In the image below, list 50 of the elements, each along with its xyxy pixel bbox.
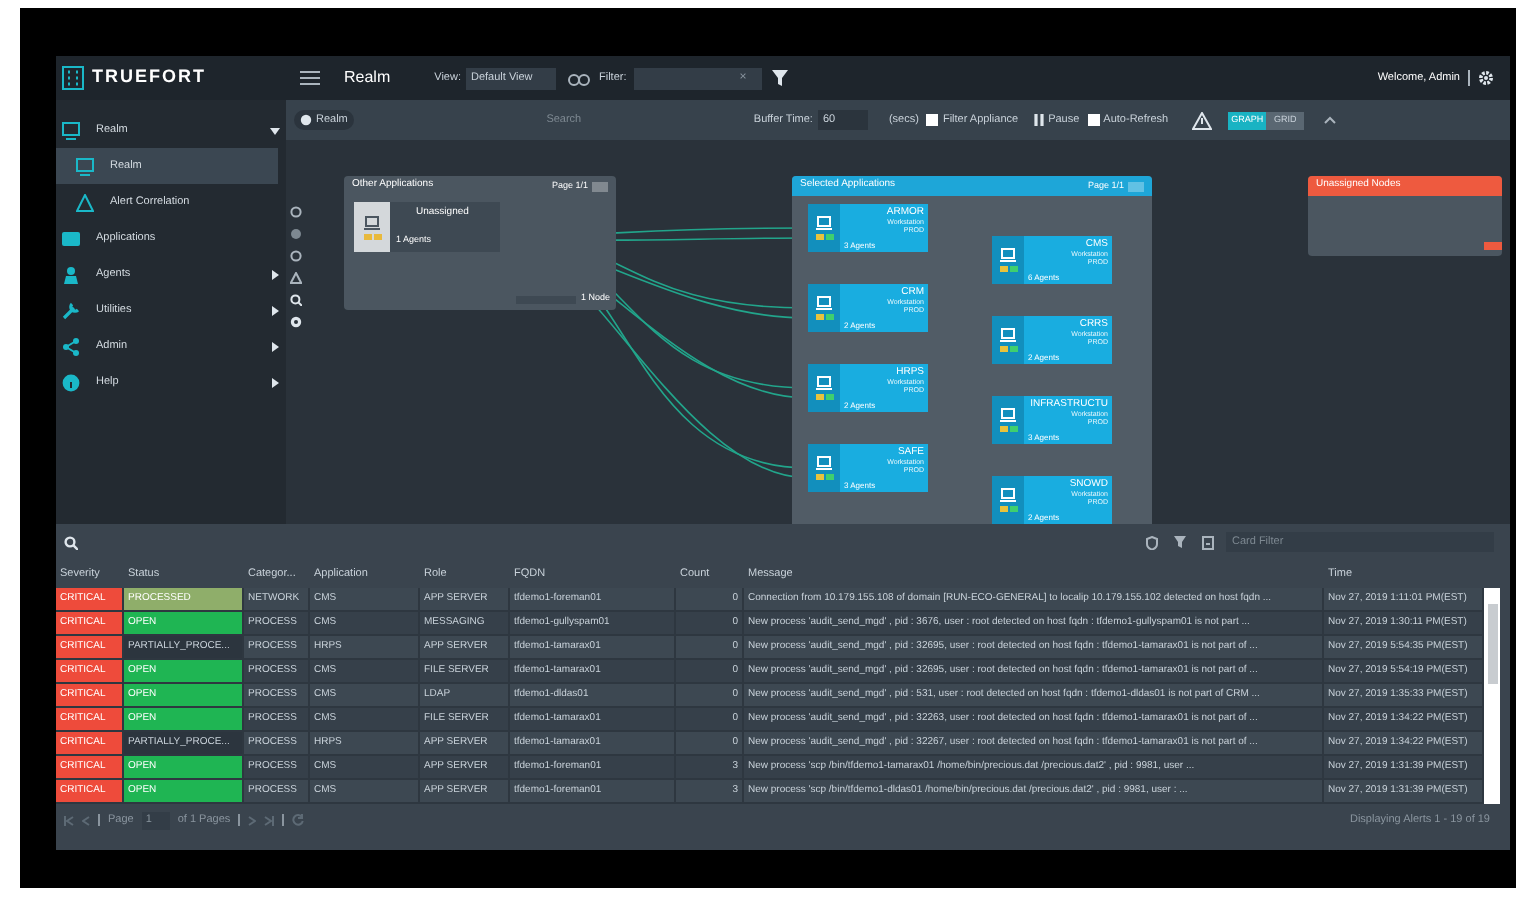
status-dots-icon — [999, 506, 1017, 512]
laptop-icon — [816, 456, 832, 470]
laptop-icon — [1000, 328, 1016, 342]
caret-icon[interactable] — [270, 125, 280, 135]
laptop-icon — [816, 216, 832, 230]
status-dots-icon — [999, 266, 1017, 272]
caret-icon[interactable] — [270, 377, 280, 387]
circle-icon[interactable] — [290, 250, 302, 262]
status-dots-icon — [999, 346, 1017, 352]
app-logo: TRUEFORT — [92, 64, 206, 91]
menu-icon[interactable] — [300, 70, 320, 86]
status-dots-icon — [815, 314, 833, 320]
status-dots-icon — [363, 233, 381, 239]
circle-icon[interactable] — [290, 228, 302, 240]
laptop-icon — [1000, 248, 1016, 262]
laptop-icon — [816, 296, 832, 310]
card-icon — [62, 229, 80, 247]
gear-icon[interactable] — [1478, 70, 1494, 86]
page-title: Realm — [344, 66, 391, 90]
building-icon — [62, 66, 84, 90]
share-icon — [62, 337, 80, 355]
search-icon[interactable] — [64, 535, 78, 549]
info-icon — [62, 373, 80, 391]
warning-icon — [76, 193, 94, 211]
laptop-icon — [364, 215, 380, 229]
shield-icon[interactable] — [1146, 535, 1158, 549]
export-icon[interactable] — [1202, 535, 1214, 549]
person-icon — [62, 265, 80, 283]
pause-icon — [1034, 114, 1045, 126]
monitor-icon — [62, 121, 80, 139]
status-dots-icon — [815, 394, 833, 400]
scrollbar[interactable] — [1484, 588, 1500, 804]
status-dots-icon — [999, 426, 1017, 432]
caret-icon[interactable] — [270, 341, 280, 351]
funnel-icon[interactable] — [772, 70, 789, 86]
binoculars-icon[interactable] — [568, 71, 591, 85]
search-icon[interactable] — [290, 294, 302, 306]
caret-icon[interactable] — [270, 305, 280, 315]
monitor-icon — [76, 157, 94, 175]
caret-icon[interactable] — [270, 269, 280, 279]
laptop-icon — [816, 376, 832, 390]
chevron-up-icon[interactable] — [1324, 116, 1337, 124]
warning-icon[interactable] — [290, 272, 302, 284]
scrollbar-thumb[interactable] — [1487, 604, 1497, 684]
status-dots-icon — [815, 234, 833, 240]
wrench-icon — [62, 301, 80, 319]
laptop-icon — [1000, 408, 1016, 422]
status-dots-icon — [815, 474, 833, 480]
laptop-icon — [1000, 488, 1016, 502]
target-icon[interactable] — [290, 316, 302, 328]
